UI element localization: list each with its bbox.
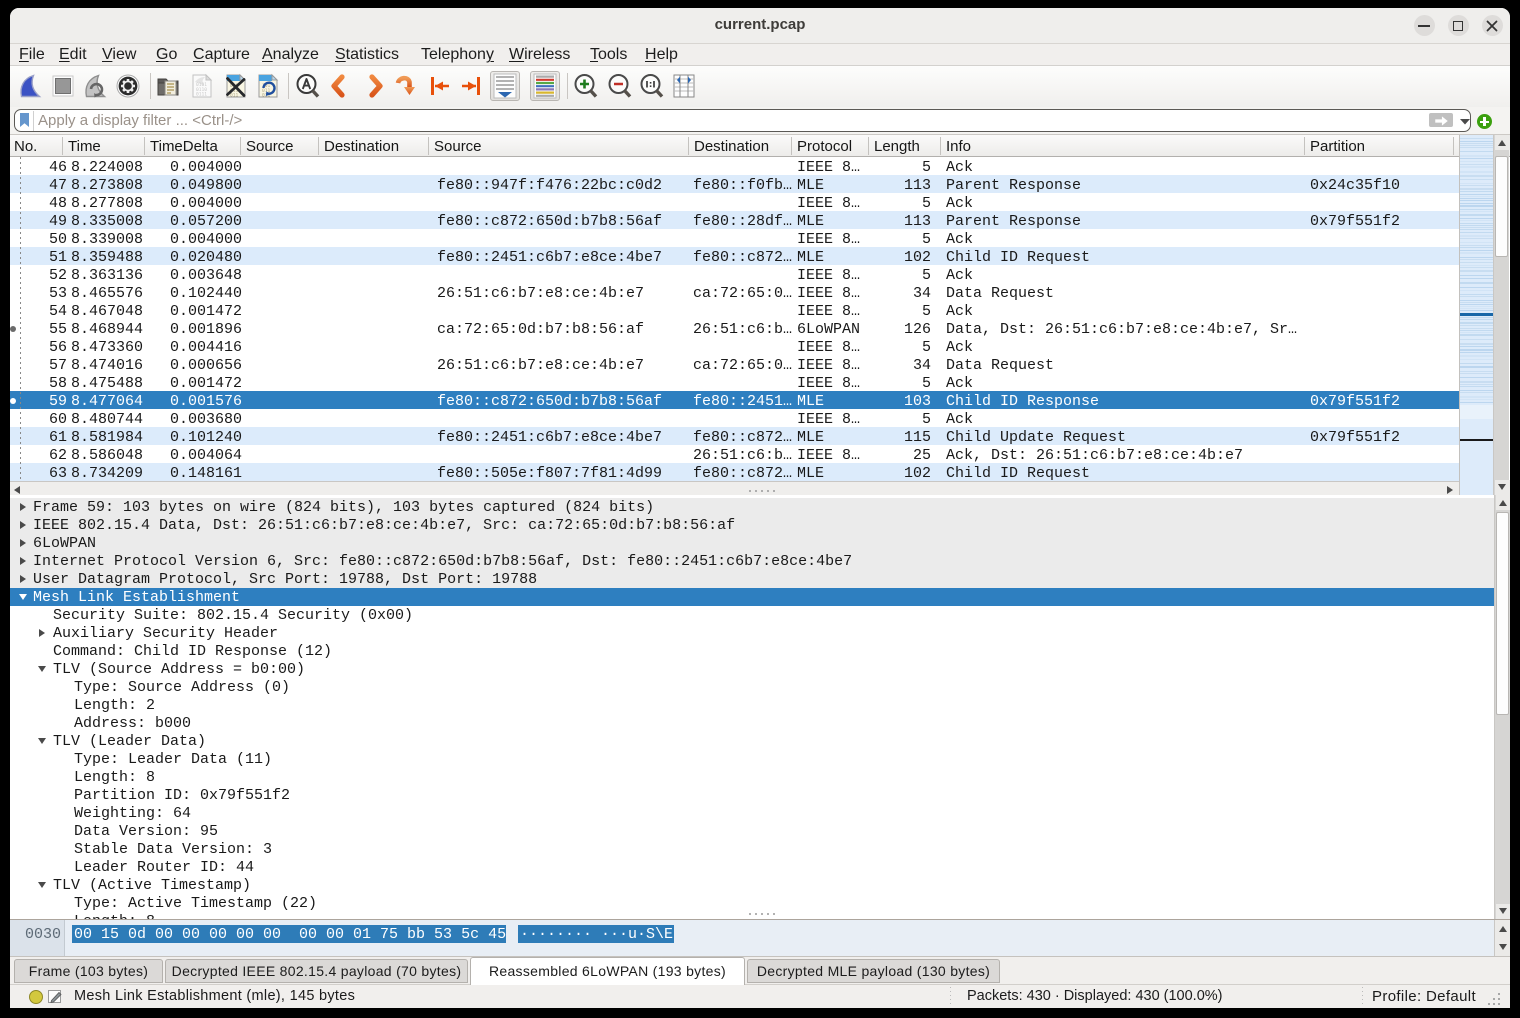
svg-text:0111: 0111 <box>196 92 207 98</box>
svg-text:011: 011 <box>230 93 239 99</box>
